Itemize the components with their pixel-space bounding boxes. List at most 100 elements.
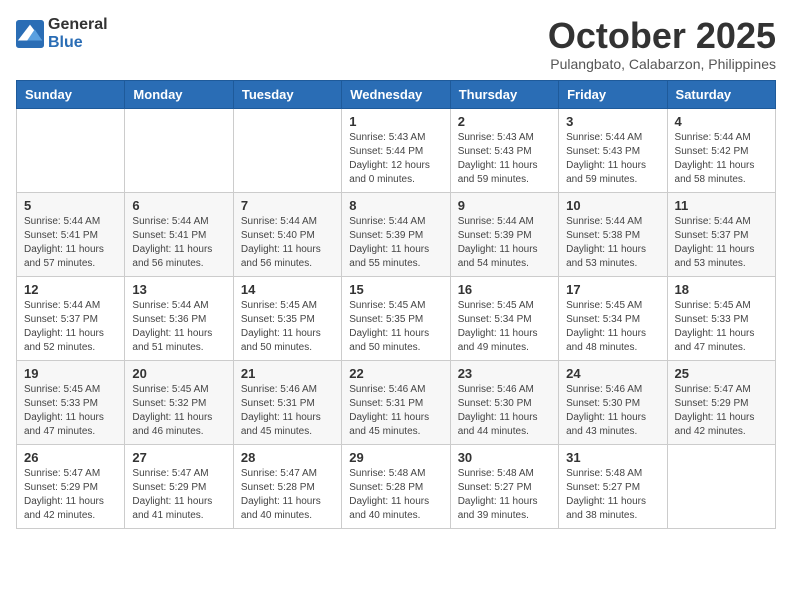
day-number: 12 xyxy=(24,282,117,297)
table-row: 15 Sunrise: 5:45 AM Sunset: 5:35 PM Dayli… xyxy=(342,276,450,360)
day-info: Sunrise: 5:46 AM Sunset: 5:30 PM Dayligh… xyxy=(458,383,551,439)
day-number: 7 xyxy=(241,198,334,213)
day-info: Sunrise: 5:48 AM Sunset: 5:28 PM Dayligh… xyxy=(349,467,442,523)
day-number: 23 xyxy=(458,366,551,381)
day-number: 18 xyxy=(675,282,768,297)
day-info: Sunrise: 5:47 AM Sunset: 5:29 PM Dayligh… xyxy=(675,383,768,439)
day-number: 9 xyxy=(458,198,551,213)
table-row xyxy=(233,108,341,192)
table-row: 16Sunrise: 5:45 AM Sunset: 5:34 PM Dayli… xyxy=(450,276,558,360)
month-title: October 2025 xyxy=(548,16,776,56)
day-info: Sunrise: 5:45 AM Sunset: 5:34 PM Dayligh… xyxy=(566,299,659,355)
day-number: 3 xyxy=(566,114,659,129)
day-number: 10 xyxy=(566,198,659,213)
day-number: 14 xyxy=(241,282,334,297)
day-number: 6 xyxy=(132,198,225,213)
logo: General Blue xyxy=(16,16,108,51)
table-row: 10 Sunrise: 5:44 AM Sunset: 5:38 PM Dayli… xyxy=(559,192,667,276)
day-number: 22 xyxy=(349,366,442,381)
table-row: 2 Sunrise: 5:43 AM Sunset: 5:43 PM Daylig… xyxy=(450,108,558,192)
day-info: Sunrise: 5:45 AM Sunset: 5:32 PM Dayligh… xyxy=(132,383,225,439)
header-tuesday: Tuesday xyxy=(233,80,341,108)
day-number: 1 xyxy=(349,114,442,129)
table-row: 31Sunrise: 5:48 AM Sunset: 5:27 PM Dayli… xyxy=(559,444,667,528)
day-info: Sunrise: 5:44 AM Sunset: 5:38 PM Dayligh… xyxy=(566,215,659,271)
logo-icon xyxy=(16,20,44,48)
table-row: 19 Sunrise: 5:45 AM Sunset: 5:33 PM Dayli… xyxy=(17,360,125,444)
table-row: 28Sunrise: 5:47 AM Sunset: 5:28 PM Dayli… xyxy=(233,444,341,528)
day-number: 8 xyxy=(349,198,442,213)
table-row xyxy=(17,108,125,192)
day-number: 2 xyxy=(458,114,551,129)
day-info: Sunrise: 5:43 AM Sunset: 5:44 PM Dayligh… xyxy=(349,131,442,187)
table-row: 3Sunrise: 5:44 AM Sunset: 5:43 PM Daylig… xyxy=(559,108,667,192)
calendar-week-row: 12 Sunrise: 5:44 AM Sunset: 5:37 PM Dayli… xyxy=(17,276,776,360)
logo-blue: Blue xyxy=(48,34,108,52)
day-info: Sunrise: 5:45 AM Sunset: 5:35 PM Dayligh… xyxy=(241,299,334,355)
header-friday: Friday xyxy=(559,80,667,108)
day-number: 26 xyxy=(24,450,117,465)
day-info: Sunrise: 5:47 AM Sunset: 5:28 PM Dayligh… xyxy=(241,467,334,523)
day-info: Sunrise: 5:44 AM Sunset: 5:37 PM Dayligh… xyxy=(675,215,768,271)
page-header: General Blue October 2025 Pulangbato, Ca… xyxy=(16,16,776,72)
table-row: 30Sunrise: 5:48 AM Sunset: 5:27 PM Dayli… xyxy=(450,444,558,528)
table-row: 26Sunrise: 5:47 AM Sunset: 5:29 PM Dayli… xyxy=(17,444,125,528)
day-number: 25 xyxy=(675,366,768,381)
header-saturday: Saturday xyxy=(667,80,775,108)
title-section: October 2025 Pulangbato, Calabarzon, Phi… xyxy=(548,16,776,72)
location-subtitle: Pulangbato, Calabarzon, Philippines xyxy=(548,56,776,72)
table-row: 29 Sunrise: 5:48 AM Sunset: 5:28 PM Dayli… xyxy=(342,444,450,528)
day-info: Sunrise: 5:44 AM Sunset: 5:39 PM Dayligh… xyxy=(349,215,442,271)
day-info: Sunrise: 5:45 AM Sunset: 5:33 PM Dayligh… xyxy=(24,383,117,439)
day-number: 13 xyxy=(132,282,225,297)
day-number: 29 xyxy=(349,450,442,465)
day-number: 16 xyxy=(458,282,551,297)
day-number: 24 xyxy=(566,366,659,381)
header-sunday: Sunday xyxy=(17,80,125,108)
day-info: Sunrise: 5:48 AM Sunset: 5:27 PM Dayligh… xyxy=(458,467,551,523)
table-row: 8 Sunrise: 5:44 AM Sunset: 5:39 PM Daylig… xyxy=(342,192,450,276)
table-row xyxy=(125,108,233,192)
day-number: 17 xyxy=(566,282,659,297)
calendar-header-row: Sunday Monday Tuesday Wednesday Thursday… xyxy=(17,80,776,108)
day-info: Sunrise: 5:45 AM Sunset: 5:35 PM Dayligh… xyxy=(349,299,442,355)
table-row: 9 Sunrise: 5:44 AM Sunset: 5:39 PM Daylig… xyxy=(450,192,558,276)
table-row: 7 Sunrise: 5:44 AM Sunset: 5:40 PM Daylig… xyxy=(233,192,341,276)
calendar-week-row: 19 Sunrise: 5:45 AM Sunset: 5:33 PM Dayli… xyxy=(17,360,776,444)
table-row: 20 Sunrise: 5:45 AM Sunset: 5:32 PM Dayli… xyxy=(125,360,233,444)
day-number: 5 xyxy=(24,198,117,213)
table-row: 5Sunrise: 5:44 AM Sunset: 5:41 PM Daylig… xyxy=(17,192,125,276)
calendar-week-row: 26Sunrise: 5:47 AM Sunset: 5:29 PM Dayli… xyxy=(17,444,776,528)
day-info: Sunrise: 5:44 AM Sunset: 5:39 PM Dayligh… xyxy=(458,215,551,271)
day-info: Sunrise: 5:45 AM Sunset: 5:33 PM Dayligh… xyxy=(675,299,768,355)
table-row: 13 Sunrise: 5:44 AM Sunset: 5:36 PM Dayli… xyxy=(125,276,233,360)
table-row: 18 Sunrise: 5:45 AM Sunset: 5:33 PM Dayli… xyxy=(667,276,775,360)
table-row: 24Sunrise: 5:46 AM Sunset: 5:30 PM Dayli… xyxy=(559,360,667,444)
table-row: 4Sunrise: 5:44 AM Sunset: 5:42 PM Daylig… xyxy=(667,108,775,192)
day-info: Sunrise: 5:46 AM Sunset: 5:31 PM Dayligh… xyxy=(349,383,442,439)
logo-text: General Blue xyxy=(48,16,108,51)
day-number: 20 xyxy=(132,366,225,381)
header-wednesday: Wednesday xyxy=(342,80,450,108)
table-row: 25 Sunrise: 5:47 AM Sunset: 5:29 PM Dayli… xyxy=(667,360,775,444)
header-thursday: Thursday xyxy=(450,80,558,108)
day-number: 27 xyxy=(132,450,225,465)
day-number: 11 xyxy=(675,198,768,213)
calendar-week-row: 5 Sunrise: 5:44 AM Sunset: 5:41 PM Daylig… xyxy=(17,192,776,276)
day-info: Sunrise: 5:44 AM Sunset: 5:41 PM Dayligh… xyxy=(132,215,225,271)
table-row: 27Sunrise: 5:47 AM Sunset: 5:29 PM Dayli… xyxy=(125,444,233,528)
day-number: 19 xyxy=(24,366,117,381)
day-info: Sunrise: 5:46 AM Sunset: 5:31 PM Dayligh… xyxy=(241,383,334,439)
table-row xyxy=(667,444,775,528)
day-info: Sunrise: 5:44 AM Sunset: 5:40 PM Dayligh… xyxy=(241,215,334,271)
day-number: 15 xyxy=(349,282,442,297)
day-number: 21 xyxy=(241,366,334,381)
logo-general: General xyxy=(48,16,108,34)
calendar-week-row: 1 Sunrise: 5:43 AM Sunset: 5:44 PM Daylig… xyxy=(17,108,776,192)
table-row: 22 Sunrise: 5:46 AM Sunset: 5:31 PM Dayli… xyxy=(342,360,450,444)
day-info: Sunrise: 5:43 AM Sunset: 5:43 PM Dayligh… xyxy=(458,131,551,187)
table-row: 21 Sunrise: 5:46 AM Sunset: 5:31 PM Dayli… xyxy=(233,360,341,444)
day-info: Sunrise: 5:44 AM Sunset: 5:37 PM Dayligh… xyxy=(24,299,117,355)
day-info: Sunrise: 5:44 AM Sunset: 5:42 PM Dayligh… xyxy=(675,131,768,187)
day-info: Sunrise: 5:44 AM Sunset: 5:36 PM Dayligh… xyxy=(132,299,225,355)
